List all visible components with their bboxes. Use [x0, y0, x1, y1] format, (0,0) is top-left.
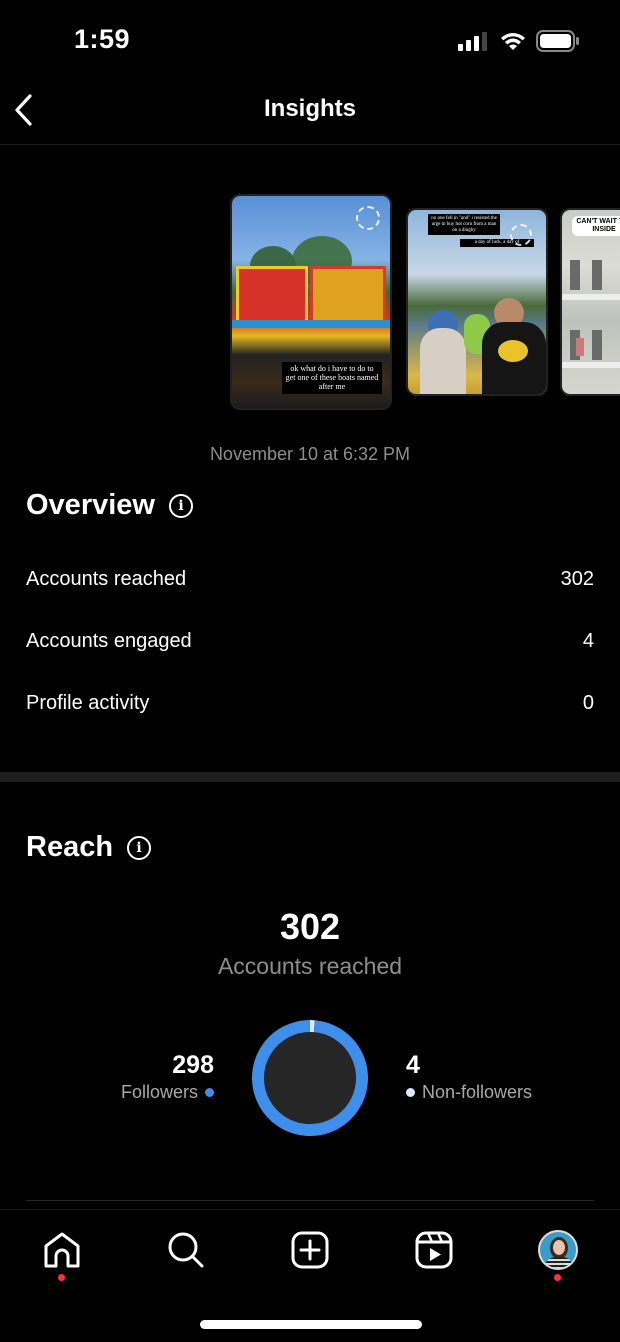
- decoration-shape: [576, 338, 584, 356]
- window-shape: [592, 260, 602, 290]
- reach-title: Reach: [26, 831, 114, 863]
- metric-value: 0: [582, 691, 594, 714]
- story-caption: ok what do i have to do to get one of th…: [282, 362, 382, 394]
- non-followers-legend-dot: [406, 1088, 415, 1097]
- info-icon[interactable]: i: [168, 493, 193, 518]
- story-caption: CAN'T WAIT T IS INSIDE: [572, 216, 620, 237]
- story-caption: no one fell in "and" i resisted the urge…: [428, 214, 500, 236]
- wifi-icon: [501, 33, 525, 50]
- followers-label: Followers: [120, 1082, 198, 1102]
- content-divider: [26, 1200, 594, 1201]
- status-icons: [458, 30, 580, 52]
- story-thumbnail[interactable]: no one fell in "and" i resisted the urge…: [406, 208, 548, 396]
- tab-reels[interactable]: [410, 1226, 458, 1274]
- overview-title: Overview: [26, 489, 155, 521]
- avatar-shirt: [544, 1257, 574, 1268]
- plus-square-icon: [291, 1231, 329, 1269]
- followers-legend: 298 Followers: [121, 1051, 214, 1103]
- story-progress-icon: [510, 224, 532, 246]
- non-followers-label-row: Non-followers: [406, 1082, 532, 1103]
- metric-label: Accounts engaged: [26, 629, 192, 652]
- donut-center: [264, 1032, 356, 1124]
- story-progress-icon: [356, 206, 380, 230]
- overview-section-title: Overview i: [26, 489, 193, 522]
- reels-icon: [415, 1231, 453, 1269]
- non-followers-count: 4: [406, 1051, 420, 1079]
- reach-donut-chart: [252, 1020, 368, 1136]
- home-icon: [44, 1232, 80, 1268]
- non-followers-legend: 4 Non-followers: [406, 1051, 532, 1103]
- search-icon: [168, 1232, 204, 1268]
- metric-row-accounts-reached[interactable]: Accounts reached 302: [26, 564, 594, 594]
- cellular-signal-icon: [458, 32, 487, 51]
- tab-profile[interactable]: [534, 1226, 582, 1274]
- info-icon[interactable]: i: [127, 835, 152, 860]
- window-shape: [592, 330, 602, 360]
- boat-shape: [310, 266, 386, 324]
- tab-create[interactable]: [286, 1226, 334, 1274]
- avatar: [538, 1230, 578, 1270]
- metric-value: 4: [582, 629, 594, 652]
- tab-bar-divider: [0, 1209, 620, 1210]
- metric-label: Profile activity: [26, 691, 150, 714]
- shirt-graphic: [498, 340, 528, 362]
- metric-row-profile-activity[interactable]: Profile activity 0: [26, 688, 594, 718]
- metric-value: 302: [560, 567, 594, 590]
- boat-deck: [232, 320, 390, 328]
- metric-row-accounts-engaged[interactable]: Accounts engaged 4: [26, 626, 594, 656]
- home-indicator: [200, 1320, 422, 1329]
- followers-legend-dot: [205, 1088, 214, 1097]
- metric-label: Accounts reached: [26, 567, 187, 590]
- section-divider: [0, 772, 620, 782]
- tab-search[interactable]: [162, 1226, 210, 1274]
- reach-total: 302: [279, 906, 341, 947]
- followers-label-row: Followers: [121, 1082, 214, 1103]
- person-shape: [420, 328, 466, 394]
- story-thumbnail[interactable]: CAN'T WAIT T IS INSIDE: [560, 208, 620, 396]
- balcony-shape: [562, 294, 620, 300]
- status-time: 1:59: [74, 24, 131, 54]
- boat-shape: [236, 266, 308, 324]
- story-thumbnail-selected[interactable]: ok what do i have to do to get one of th…: [230, 194, 392, 410]
- profile-notification-dot: [554, 1274, 561, 1281]
- post-date: November 10 at 6:32 PM: [209, 444, 411, 464]
- tab-home[interactable]: [38, 1226, 86, 1274]
- home-notification-dot: [58, 1274, 65, 1281]
- header-divider: [0, 144, 620, 145]
- page-title: Insights: [263, 95, 356, 122]
- non-followers-label: Non-followers: [422, 1082, 533, 1102]
- followers-count: 298: [172, 1051, 214, 1079]
- reach-total-label: Accounts reached: [217, 953, 403, 979]
- balcony-shape: [562, 362, 620, 368]
- battery-icon: [536, 30, 579, 52]
- avatar-face: [553, 1240, 565, 1255]
- window-shape: [570, 260, 580, 290]
- reach-section-title: Reach i: [26, 831, 152, 864]
